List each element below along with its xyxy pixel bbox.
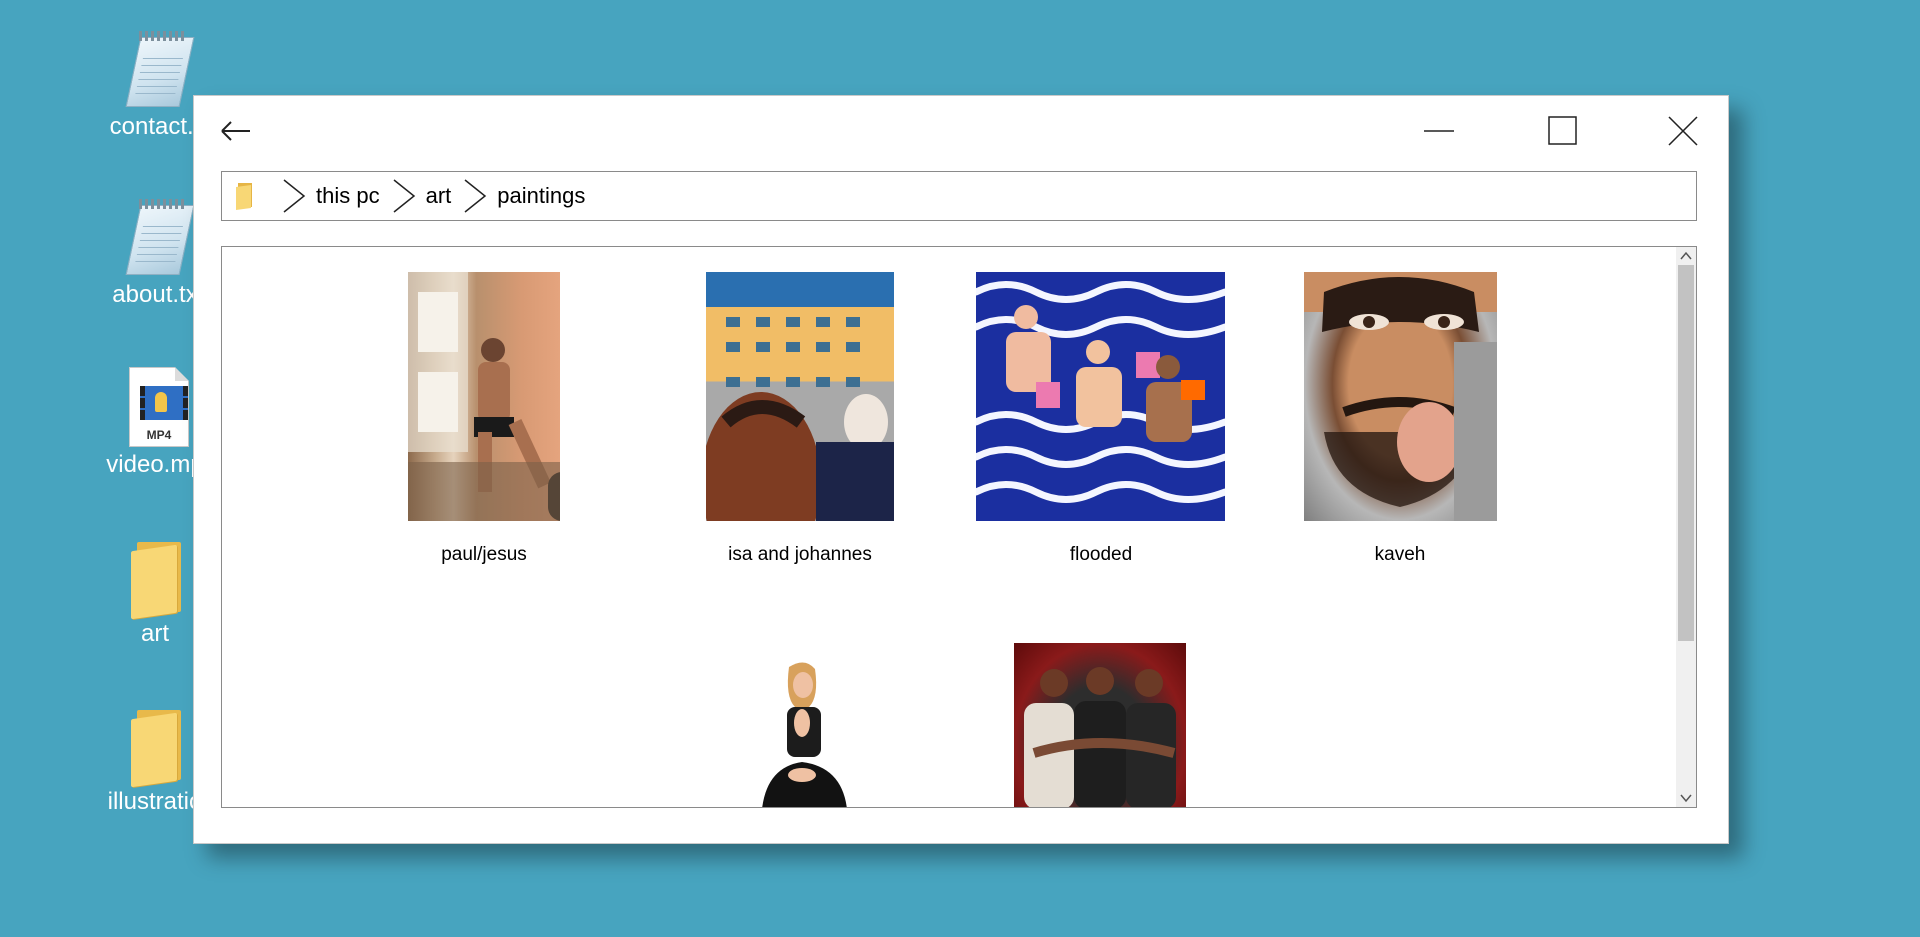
chevron-right-icon [393,179,415,213]
painting-thumbnail [1304,272,1497,521]
breadcrumb-art[interactable]: art [426,183,452,209]
chevron-right-icon [283,179,306,213]
minimize-button[interactable] [1420,113,1460,149]
text-file-icon [125,199,195,275]
breadcrumb-paintings[interactable]: paintings [497,183,585,209]
minimize-icon [1424,130,1454,132]
breadcrumb-this-pc[interactable]: this pc [316,183,380,209]
chevron-right-icon [464,179,487,213]
explorer-window: this pc art paintings paul/jesus isa and… [193,95,1729,844]
maximize-button[interactable] [1544,113,1584,149]
file-item-label: kaveh [1374,544,1426,565]
painting-thumbnail [972,272,1229,521]
chevron-up-icon[interactable] [1679,249,1693,263]
file-item-label: flooded [1069,544,1133,565]
vertical-scrollbar[interactable] [1676,247,1696,807]
folder-icon [131,710,187,788]
scrollbar-thumb[interactable] [1678,265,1694,641]
maximize-icon [1548,116,1577,145]
painting-thumbnail [747,657,857,807]
file-grid: paul/jesus isa and johannes flooded kave… [221,246,1697,808]
file-item-label: isa and johannes [728,544,872,565]
back-arrow-icon [221,121,250,141]
folder-icon [236,183,254,211]
folder-icon [131,542,187,620]
painting-thumbnail [408,272,588,521]
close-icon [1668,116,1698,146]
close-button[interactable] [1664,113,1704,149]
painting-thumbnail [1014,643,1186,807]
chevron-down-icon[interactable] [1679,791,1693,805]
video-file-icon: MP4 [129,367,189,447]
file-item-label: paul/jesus [441,544,527,565]
file-type-badge: MP4 [146,428,172,442]
title-bar [194,96,1728,166]
text-file-icon [125,31,195,107]
address-bar[interactable]: this pc art paintings [221,171,1697,221]
painting-thumbnail [701,272,894,572]
back-button[interactable] [216,113,256,149]
